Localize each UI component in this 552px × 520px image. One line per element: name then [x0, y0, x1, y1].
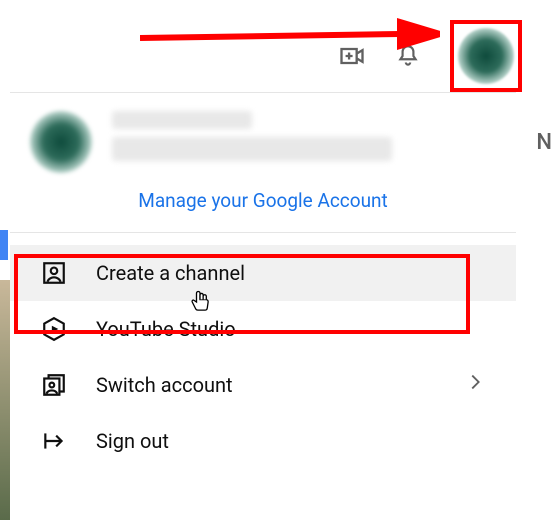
cropped-text-right: N — [536, 130, 552, 155]
signout-icon — [40, 427, 68, 455]
menu-item-label: Create a channel — [96, 261, 486, 285]
create-video-button[interactable] — [338, 42, 366, 70]
account-menu: Manage your Google Account Create a chan… — [10, 92, 516, 469]
chevron-right-icon — [464, 371, 486, 399]
menu-list: Create a channel YouTube Studio Switch a… — [10, 233, 516, 469]
hex-play-icon — [40, 315, 68, 343]
menu-item-label: YouTube Studio — [96, 317, 486, 341]
account-avatar-button[interactable] — [458, 28, 514, 84]
person-box-icon — [40, 259, 68, 287]
avatar-highlight-box — [450, 20, 522, 92]
manage-account-link[interactable]: Manage your Google Account — [10, 183, 516, 232]
menu-item-sign-out[interactable]: Sign out — [10, 413, 516, 469]
account-avatar-large — [30, 111, 92, 173]
account-email-redacted — [112, 137, 392, 161]
account-header — [10, 93, 516, 183]
background-accent-left — [0, 230, 8, 260]
account-name-redacted — [112, 111, 252, 129]
menu-item-create-channel[interactable]: Create a channel — [10, 245, 516, 301]
bell-icon — [395, 43, 421, 69]
account-text-block — [112, 111, 496, 169]
menu-item-youtube-studio[interactable]: YouTube Studio — [10, 301, 516, 357]
switch-account-icon — [40, 371, 68, 399]
video-plus-icon — [338, 42, 366, 70]
background-sliver-left — [0, 280, 10, 520]
menu-item-label: Switch account — [96, 373, 436, 397]
notifications-button[interactable] — [394, 42, 422, 70]
topbar — [338, 20, 522, 92]
menu-item-label: Sign out — [96, 429, 486, 453]
menu-item-switch-account[interactable]: Switch account — [10, 357, 516, 413]
